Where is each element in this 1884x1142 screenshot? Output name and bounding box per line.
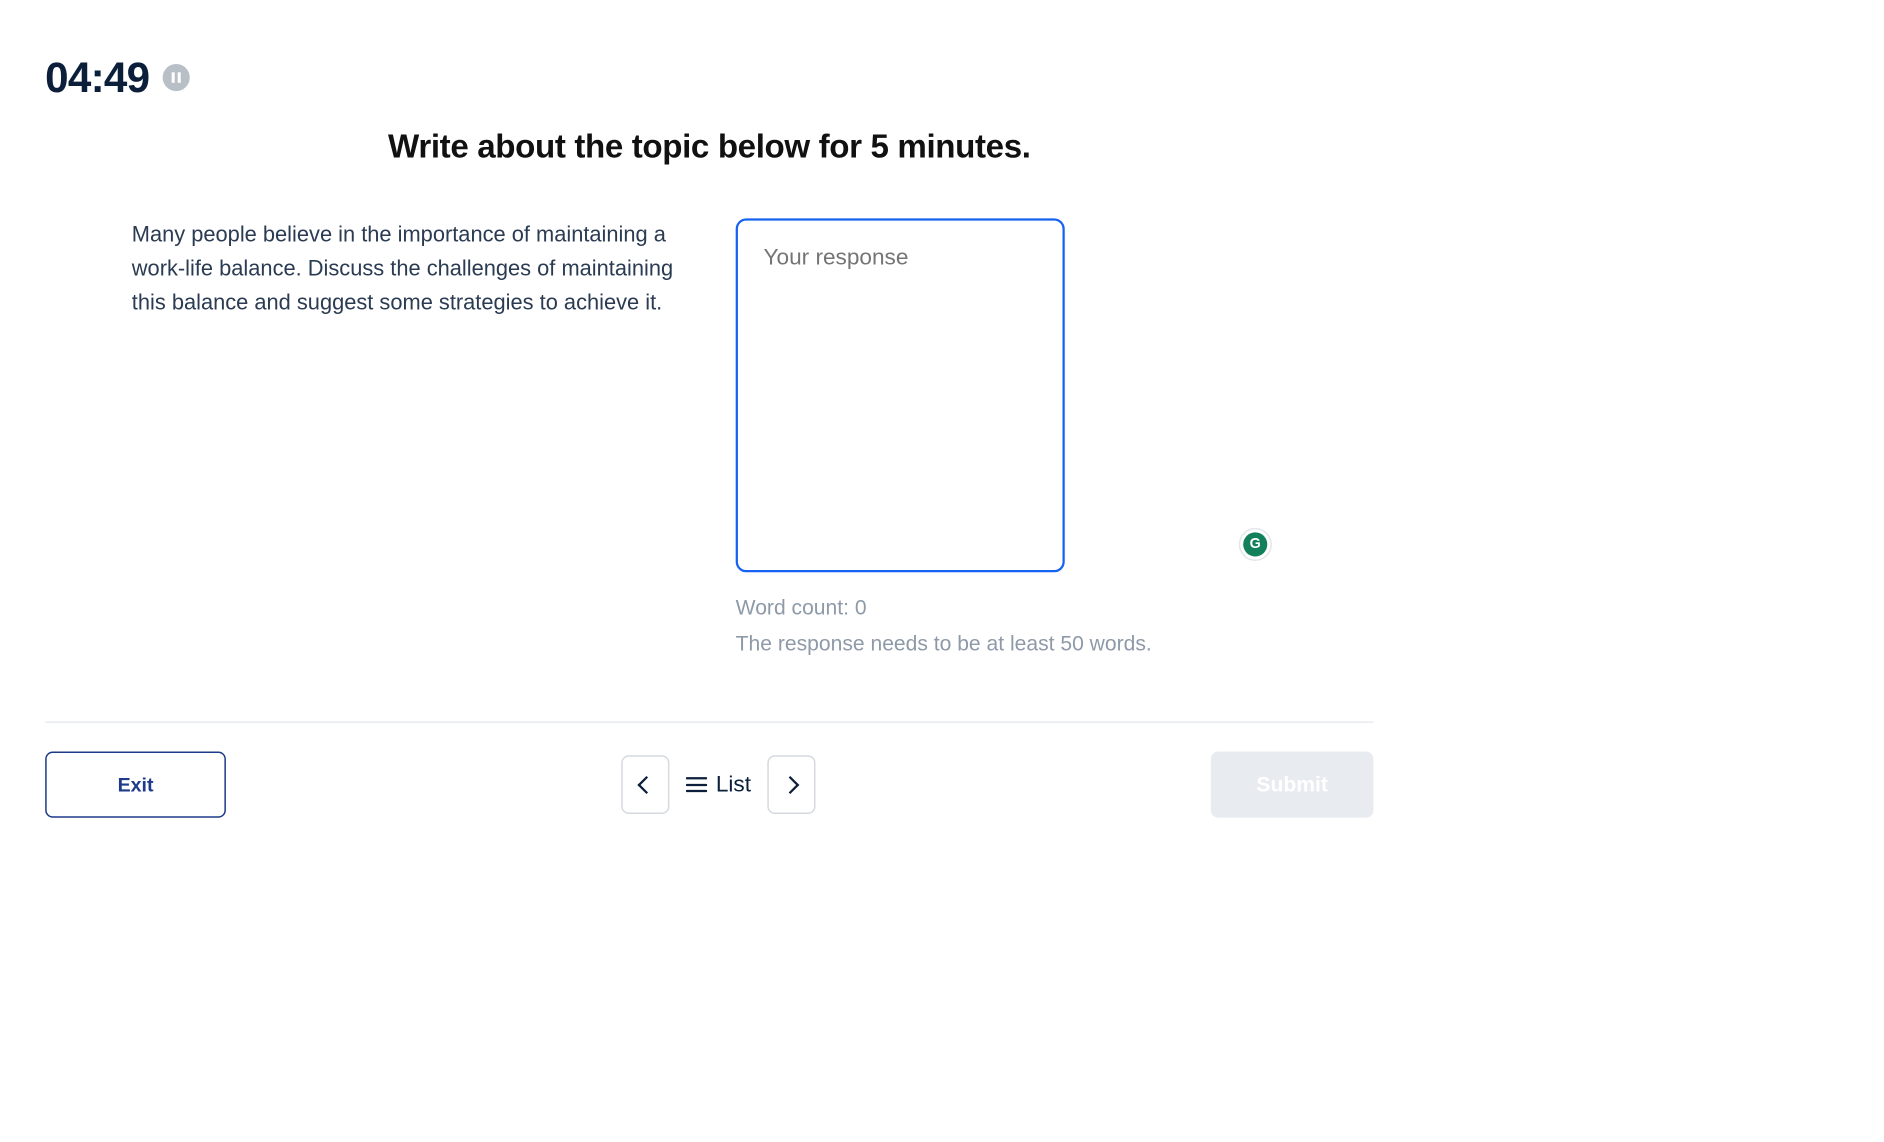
timer-row: 04:49 — [45, 53, 190, 102]
response-textarea[interactable] — [736, 218, 1065, 572]
chevron-right-icon — [784, 778, 800, 791]
list-label: List — [716, 772, 751, 798]
footer-divider — [45, 721, 1373, 723]
page-heading: Write about the topic below for 5 minute… — [0, 128, 1419, 166]
prev-button[interactable] — [621, 755, 669, 814]
timer-value: 04:49 — [45, 53, 149, 102]
pause-icon[interactable] — [163, 64, 190, 91]
chevron-left-icon — [637, 778, 653, 791]
list-button[interactable]: List — [686, 772, 751, 798]
min-words-label: The response needs to be at least 50 wor… — [736, 632, 1287, 656]
list-icon — [686, 777, 707, 792]
submit-button[interactable]: Submit — [1211, 751, 1374, 817]
exit-button[interactable]: Exit — [45, 751, 226, 817]
grammarly-glyph: G — [1243, 532, 1267, 556]
prompt-text: Many people believe in the importance of… — [132, 218, 683, 679]
next-button[interactable] — [768, 755, 816, 814]
grammarly-icon[interactable]: G — [1239, 528, 1272, 561]
word-count-label: Word count: 0 — [736, 596, 1287, 620]
